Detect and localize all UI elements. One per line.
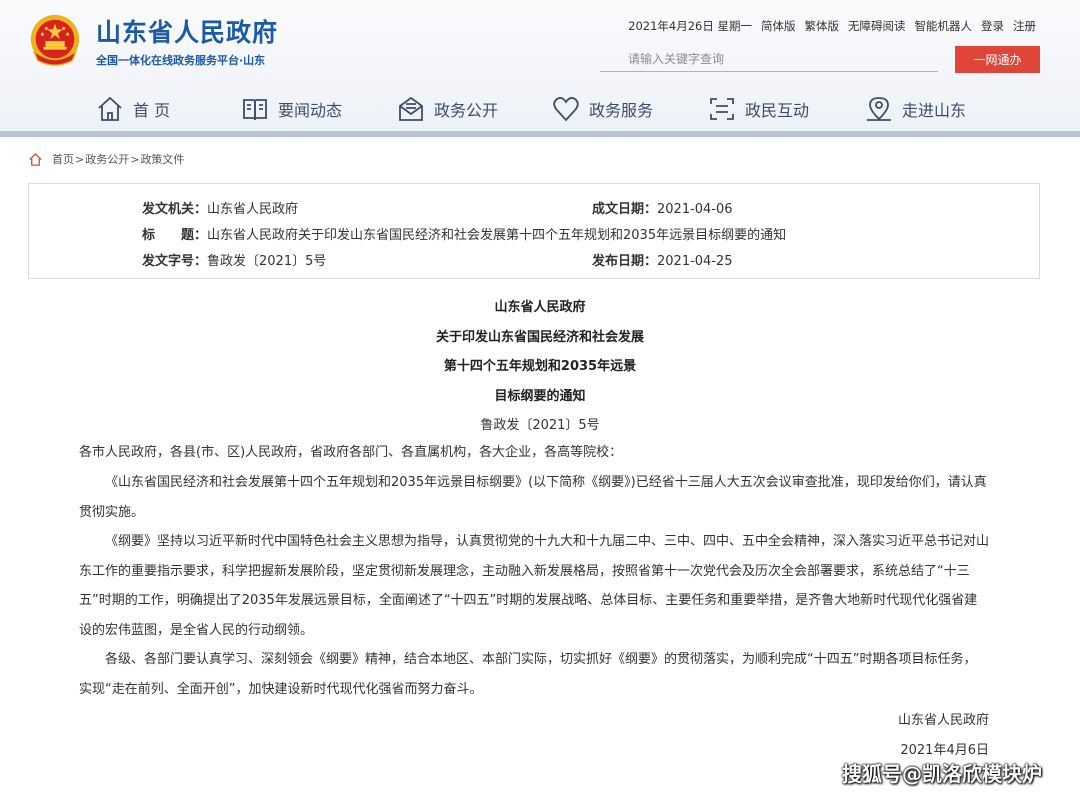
meta-title-label: 标 题： [142, 228, 208, 243]
watermark-text: 搜狐号@凯洛欣模块炉 [842, 762, 1042, 786]
nav-item-home[interactable]: 首 页 [95, 88, 170, 130]
nav-item-interaction[interactable]: 政民互动 [707, 88, 809, 130]
nav-item-public-affairs[interactable]: 政务公开 [396, 88, 498, 130]
meta-title-value: 山东省人民政府关于印发山东省国民经济和社会发展第十四个五年规划和2035年远景目… [207, 228, 787, 243]
site-subtitle: 全国一体化在线政务服务平台·山东 [96, 54, 266, 67]
meta-created-date: 成文日期：2021-04-06 [592, 198, 733, 217]
link-accessibility[interactable]: 无障碍阅读 [848, 18, 906, 34]
nav-label: 首 页 [133, 101, 171, 120]
link-robot[interactable]: 智能机器人 [915, 18, 973, 34]
nav-item-services[interactable]: 政务服务 [551, 88, 653, 130]
mail-icon [399, 96, 423, 121]
one-stop-service-button[interactable]: 一网通办 [955, 46, 1040, 73]
nav-item-about-shandong[interactable]: 走进山东 [864, 88, 966, 130]
meta-docno-label: 发文字号： [142, 254, 208, 269]
nav-label: 政民互动 [745, 101, 810, 120]
interaction-icon [710, 98, 734, 120]
breadcrumb-home[interactable]: 首页 [52, 151, 74, 167]
breadcrumb-public-affairs[interactable]: 政务公开 [85, 151, 129, 167]
link-simplified[interactable]: 简体版 [761, 18, 796, 34]
meta-created-label: 成文日期： [592, 202, 658, 217]
main-nav: 首 页 要闻动态 政务公开 政务服务 政民互动 走进山东 [0, 88, 1080, 130]
heart-icon [553, 97, 579, 122]
nav-label: 政务服务 [589, 101, 654, 120]
nav-label: 走进山东 [902, 101, 967, 120]
top-links: 2021年4月26日 星期一 简体版 繁体版 无障碍阅读 智能机器人 登录 注册 [628, 18, 1036, 34]
meta-issuer: 发文机关：山东省人民政府 [142, 198, 298, 217]
home-icon[interactable] [28, 152, 43, 167]
link-login[interactable]: 登录 [981, 18, 1004, 34]
meta-published-label: 发布日期： [592, 254, 658, 269]
document-meta-box: 发文机关：山东省人民政府 成文日期：2021-04-06 标 题：山东省人民政府… [28, 183, 1040, 279]
document-title-line: 目标纲要的通知 [494, 389, 586, 404]
link-traditional[interactable]: 繁体版 [805, 18, 840, 34]
document-paragraph: 各级、各部门要认真学习、深刻领会《纲要》精神，结合本地区、本部门实际，切实抓好《… [79, 652, 977, 697]
site-title[interactable]: 山东省人民政府 [96, 13, 278, 49]
meta-doc-number: 发文字号：鲁政发〔2021〕5号 [142, 250, 326, 269]
search-input[interactable] [600, 47, 938, 72]
document-title-line: 第十四个五年规划和2035年远景 [443, 359, 637, 374]
meta-issuer-value: 山东省人民政府 [207, 202, 299, 217]
document-salutation: 各市人民政府，各县(市、区)人民政府，省政府各部门、各直属机构，各大企业，各高等… [79, 445, 623, 460]
book-icon [243, 99, 267, 121]
link-register[interactable]: 注册 [1013, 18, 1036, 34]
meta-published-value: 2021-04-25 [657, 254, 733, 269]
breadcrumb: 首页 > 政务公开 > 政策文件 [28, 151, 184, 167]
document-title-line: 山东省人民政府 [494, 300, 586, 315]
home-icon [98, 96, 122, 121]
current-date: 2021年4月26日 星期一 [628, 19, 752, 33]
document-sign-date: 2021年4月6日 [900, 743, 989, 758]
document-title-line: 关于印发山东省国民经济和社会发展 [435, 330, 644, 345]
breadcrumb-separator: > [75, 152, 85, 166]
meta-created-value: 2021-04-06 [657, 202, 733, 217]
meta-issuer-label: 发文机关： [142, 202, 208, 217]
document-paragraph: 《山东省国民经济和社会发展第十四个五年规划和2035年远景目标纲要》(以下简称《… [79, 475, 987, 520]
national-emblem-logo[interactable] [26, 12, 84, 70]
location-icon [867, 97, 891, 121]
document-paragraph: 《纲要》坚持以习近平新时代中国特色社会主义思想为指导，认真贯彻党的十九大和十九届… [79, 534, 990, 638]
document-number: 鲁政发〔2021〕5号 [480, 418, 600, 433]
nav-label: 要闻动态 [278, 101, 343, 120]
site-header: 山东省人民政府 全国一体化在线政务服务平台·山东 2021年4月26日 星期一 … [0, 0, 1080, 131]
meta-title: 标 题：山东省人民政府关于印发山东省国民经济和社会发展第十四个五年规划和2035… [142, 224, 786, 243]
header-divider [0, 131, 1080, 137]
nav-item-news[interactable]: 要闻动态 [240, 88, 342, 130]
breadcrumb-separator: > [130, 152, 140, 166]
document-signature: 山东省人民政府 [897, 713, 989, 728]
nav-label: 政务公开 [434, 101, 499, 120]
meta-docno-value: 鲁政发〔2021〕5号 [207, 254, 327, 269]
meta-published-date: 发布日期：2021-04-25 [592, 250, 733, 269]
breadcrumb-policy-documents[interactable]: 政策文件 [140, 151, 184, 167]
